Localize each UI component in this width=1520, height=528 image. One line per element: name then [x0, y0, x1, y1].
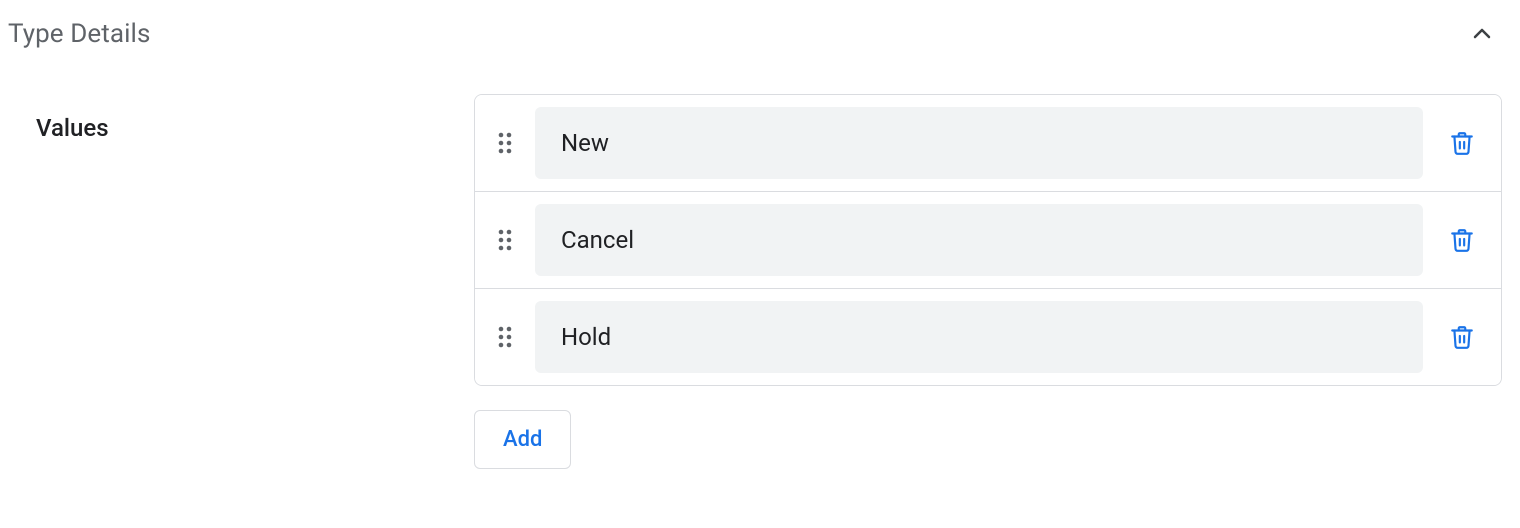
values-column: Add: [474, 94, 1512, 469]
drag-handle[interactable]: [493, 226, 517, 254]
trash-icon: [1449, 130, 1475, 156]
delete-button[interactable]: [1441, 122, 1483, 164]
value-input[interactable]: [535, 301, 1423, 373]
values-label: Values: [36, 114, 474, 142]
section-title: Type Details: [8, 19, 151, 49]
drag-handle[interactable]: [493, 129, 517, 157]
add-button[interactable]: Add: [474, 410, 571, 469]
delete-button[interactable]: [1441, 316, 1483, 358]
label-column: Values: [8, 94, 474, 142]
value-row: [475, 288, 1501, 385]
section-header: Type Details: [8, 14, 1512, 54]
value-input[interactable]: [535, 204, 1423, 276]
trash-icon: [1449, 227, 1475, 253]
drag-indicator-icon: [496, 129, 514, 157]
value-input[interactable]: [535, 107, 1423, 179]
content-row: Values: [8, 94, 1512, 469]
value-row: [475, 95, 1501, 191]
collapse-toggle[interactable]: [1462, 14, 1512, 54]
drag-indicator-icon: [496, 226, 514, 254]
chevron-up-icon: [1470, 22, 1494, 46]
delete-button[interactable]: [1441, 219, 1483, 261]
drag-handle[interactable]: [493, 323, 517, 351]
value-row: [475, 191, 1501, 288]
trash-icon: [1449, 324, 1475, 350]
drag-indicator-icon: [496, 323, 514, 351]
value-list: [474, 94, 1502, 386]
